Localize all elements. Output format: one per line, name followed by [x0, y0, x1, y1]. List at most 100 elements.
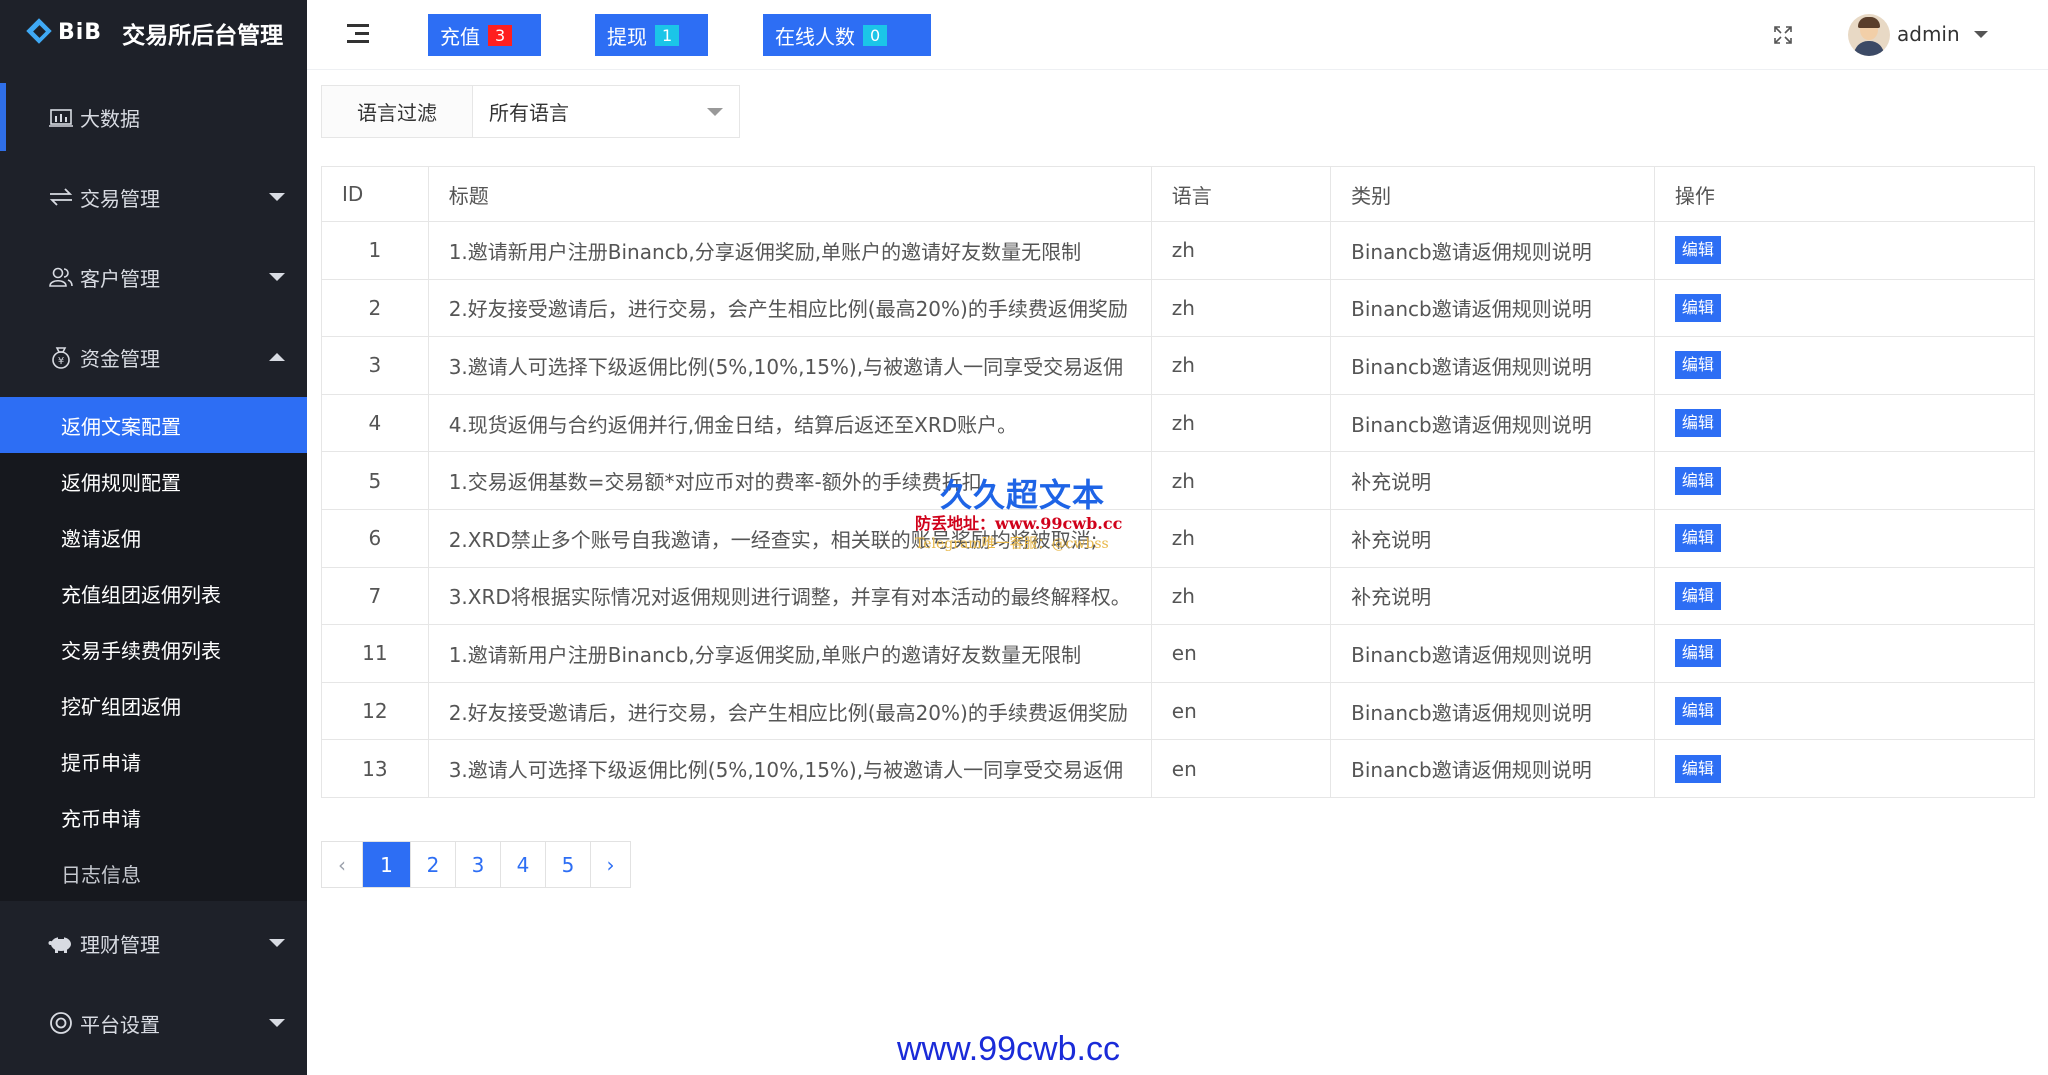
sidebar-item-recharge-group-rebate[interactable]: 充值组团返佣列表 — [0, 565, 307, 621]
fullscreen-icon[interactable] — [1773, 25, 1793, 45]
chart-icon — [48, 104, 74, 130]
table-row: 5 1.交易返佣基数=交易额*对应币对的费率-额外的手续费折扣 zh 补充说明 … — [321, 451, 2036, 510]
pagination-page-5[interactable]: 5 — [545, 842, 590, 887]
language-filter-label: 语言过滤 — [322, 86, 473, 137]
withdraw-label: 提现 — [607, 24, 647, 49]
cell-action: 编辑 — [1653, 451, 2036, 510]
pagination-page-4[interactable]: 4 — [500, 842, 545, 887]
column-header-title: 标题 — [427, 166, 1152, 222]
cell-language: en — [1150, 739, 1332, 798]
chevron-down-icon — [269, 193, 285, 201]
cell-category: Binancb邀请返佣规则说明 — [1330, 393, 1655, 453]
sidebar-item-rebate-copy-config[interactable]: 返佣文案配置 — [0, 397, 307, 453]
cell-id: 13 — [321, 739, 429, 798]
rebate-copy-table: ID 标题 语言 类别 操作 1 1.邀请新用户注册Binancb,分享返佣奖励… — [321, 166, 2036, 798]
menu-toggle-icon[interactable] — [347, 24, 369, 44]
edit-button[interactable]: 编辑 — [1674, 351, 1721, 380]
edit-button[interactable]: 编辑 — [1674, 697, 1721, 726]
chevron-down-icon — [707, 108, 723, 116]
cell-id: 3 — [321, 336, 429, 395]
edit-button[interactable]: 编辑 — [1674, 524, 1721, 553]
cell-language: zh — [1150, 566, 1332, 626]
user-avatar[interactable] — [1848, 14, 1890, 56]
sidebar-item-rebate-rule-config[interactable]: 返佣规则配置 — [0, 453, 307, 509]
column-header-category: 类别 — [1330, 166, 1655, 222]
cell-id: 12 — [321, 681, 429, 741]
sidebar-item-bigdata[interactable]: 大数据 — [0, 77, 307, 157]
cell-category: Binancb邀请返佣规则说明 — [1330, 278, 1655, 338]
cell-title: 2.好友接受邀请后，进行交易，会产生相应比例(最高20%)的手续费返佣奖励 — [427, 278, 1152, 338]
cell-category: Binancb邀请返佣规则说明 — [1330, 221, 1655, 280]
chevron-up-icon — [269, 353, 285, 361]
sidebar-item-label: 交易手续费佣列表 — [61, 638, 221, 663]
cell-language: en — [1150, 681, 1332, 741]
svg-text:¥: ¥ — [58, 356, 64, 367]
sidebar-item-withdraw-request[interactable]: 提币申请 — [0, 733, 307, 789]
chevron-down-icon[interactable] — [1974, 31, 1988, 38]
pagination-page-2[interactable]: 2 — [410, 842, 455, 887]
table-row: 13 3.邀请人可选择下级返佣比例(5%,10%,15%),与被邀请人一同享受交… — [321, 739, 2036, 798]
table-row: 6 2.XRD禁止多个账号自我邀请，一经查实，相关联的账号奖励均将被取消; zh… — [321, 508, 2036, 568]
pagination-page-1[interactable]: 1 — [362, 842, 410, 887]
cell-action: 编辑 — [1653, 221, 2036, 280]
pagination-next-button[interactable]: › — [590, 842, 630, 887]
language-select[interactable]: 所有语言 — [473, 86, 739, 137]
edit-button[interactable]: 编辑 — [1674, 754, 1721, 783]
cell-id: 11 — [321, 624, 429, 683]
edit-button[interactable]: 编辑 — [1674, 581, 1721, 610]
sidebar-item-fund-management[interactable]: ¥ 资金管理 — [0, 317, 307, 397]
edit-button[interactable]: 编辑 — [1674, 639, 1721, 668]
withdraw-count-badge: 1 — [655, 24, 680, 46]
cell-language: zh — [1150, 451, 1332, 510]
sidebar-item-label: 邀请返佣 — [61, 526, 141, 551]
cell-title: 4.现货返佣与合约返佣并行,佣金日结，结算后返还至XRD账户。 — [427, 393, 1152, 453]
sidebar: BiB 交易所后台管理 大数据 交易管理 客户管理 ¥ 资金管理 返佣文案配置 … — [0, 0, 307, 1075]
cell-title: 3.邀请人可选择下级返佣比例(5%,10%,15%),与被邀请人一同享受交易返佣 — [427, 739, 1152, 798]
sidebar-item-label: 提币申请 — [61, 750, 141, 775]
withdraw-button[interactable]: 提现 1 — [595, 14, 708, 56]
table-header-row: ID 标题 语言 类别 操作 — [321, 166, 2036, 222]
table-row: 11 1.邀请新用户注册Binancb,分享返佣奖励,单账户的邀请好友数量无限制… — [321, 624, 2036, 683]
sidebar-item-label: 日志信息 — [61, 862, 141, 887]
pagination-prev-button[interactable]: ‹ — [322, 842, 362, 887]
edit-button[interactable]: 编辑 — [1674, 409, 1721, 438]
edit-button[interactable]: 编辑 — [1674, 466, 1721, 495]
cell-title: 3.邀请人可选择下级返佣比例(5%,10%,15%),与被邀请人一同享受交易返佣 — [427, 336, 1152, 395]
column-header-id: ID — [321, 166, 429, 222]
sidebar-item-log-info[interactable]: 日志信息 — [0, 845, 307, 901]
sidebar-item-platform-settings[interactable]: 平台设置 — [0, 983, 307, 1063]
sidebar-item-label: 返佣规则配置 — [61, 470, 181, 495]
sidebar-item-deposit-request[interactable]: 充币申请 — [0, 789, 307, 845]
cell-action: 编辑 — [1653, 393, 2036, 453]
cell-category: 补充说明 — [1330, 566, 1655, 626]
sidebar-item-customer-management[interactable]: 客户管理 — [0, 237, 307, 317]
sidebar-item-mining-group-rebate[interactable]: 挖矿组团返佣 — [0, 677, 307, 733]
cell-category: 补充说明 — [1330, 451, 1655, 510]
sidebar-item-label: 平台设置 — [80, 1012, 160, 1037]
column-header-action: 操作 — [1653, 166, 2036, 222]
sidebar-item-trade-fee-rebate[interactable]: 交易手续费佣列表 — [0, 621, 307, 677]
cell-category: 补充说明 — [1330, 508, 1655, 568]
pagination: ‹ 1 2 3 4 5 › — [321, 841, 631, 888]
edit-button[interactable]: 编辑 — [1674, 236, 1721, 265]
chevron-down-icon — [269, 273, 285, 281]
edit-button[interactable]: 编辑 — [1674, 293, 1721, 322]
online-users-button[interactable]: 在线人数 0 — [763, 14, 931, 56]
sidebar-item-label: 充值组团返佣列表 — [61, 582, 221, 607]
pagination-page-3[interactable]: 3 — [455, 842, 500, 887]
sidebar-item-wealth-management[interactable]: 理财管理 — [0, 903, 307, 983]
recharge-button[interactable]: 充值 3 — [428, 14, 541, 56]
app-logo[interactable]: BiB 交易所后台管理 — [0, 0, 307, 65]
transfer-icon — [48, 184, 74, 210]
watermark-footer-url: www.99cwb.cc — [897, 1030, 1120, 1068]
app-title: 交易所后台管理 — [122, 22, 284, 49]
online-users-label: 在线人数 — [775, 24, 855, 49]
sidebar-item-label: 返佣文案配置 — [61, 414, 181, 439]
sidebar-item-invite-rebate[interactable]: 邀请返佣 — [0, 509, 307, 565]
cell-language: zh — [1150, 278, 1332, 338]
piggy-bank-icon — [48, 930, 74, 956]
sidebar-item-label: 挖矿组团返佣 — [61, 694, 181, 719]
cell-category: Binancb邀请返佣规则说明 — [1330, 336, 1655, 395]
sidebar-item-trade-management[interactable]: 交易管理 — [0, 157, 307, 237]
user-name[interactable]: admin — [1897, 22, 1960, 46]
